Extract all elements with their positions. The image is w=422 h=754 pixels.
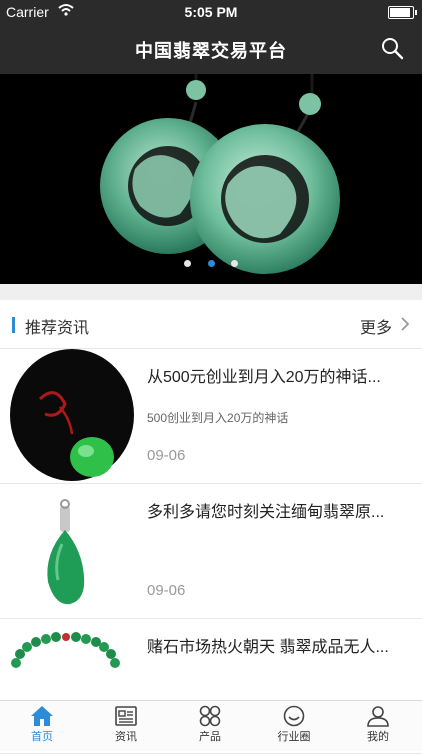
- community-icon: [283, 705, 305, 727]
- page-title: 中国翡翠交易平台: [135, 41, 287, 61]
- products-icon: [199, 705, 221, 727]
- page-dot[interactable]: [230, 260, 238, 267]
- tab-news[interactable]: 资讯: [84, 701, 168, 751]
- news-date: 09-06: [147, 447, 186, 464]
- section-divider: [0, 284, 422, 300]
- banner-carousel[interactable]: [0, 74, 422, 284]
- clock: 5:05 PM: [184, 4, 238, 20]
- tab-label: 首页: [31, 731, 53, 743]
- navigation-bar: 中国翡翠交易平台: [0, 24, 422, 74]
- news-title: 多利多请您时刻关注缅甸翡翠原...: [147, 504, 385, 521]
- more-link[interactable]: 更多: [360, 314, 392, 338]
- news-date: 09-06: [147, 582, 186, 599]
- news-list: 从500元创业到月入20万的神话... 500创业到月入20万的神话 09-06…: [0, 349, 422, 754]
- search-icon[interactable]: [380, 36, 404, 60]
- jade-drop-pendant-thumb: [0, 484, 135, 618]
- news-icon: [115, 706, 137, 726]
- status-bar: Carrier 5:05 PM: [0, 0, 422, 24]
- tab-label: 产品: [199, 731, 221, 743]
- section-title: 推荐资讯: [25, 320, 90, 337]
- news-title: 从500元创业到月入20万的神话...: [147, 369, 381, 386]
- page-dot-active[interactable]: [207, 260, 215, 267]
- battery-icon: [388, 6, 417, 19]
- news-title: 赌石市场热火朝天 翡翠成品无人...: [147, 639, 389, 656]
- page-dot[interactable]: [184, 260, 192, 267]
- accent-bar: [12, 317, 15, 333]
- profile-icon: [367, 706, 389, 727]
- tab-home[interactable]: 首页: [0, 701, 84, 751]
- news-item[interactable]: 从500元创业到月入20万的神话... 500创业到月入20万的神话 09-06: [0, 349, 422, 484]
- jade-pendants-image: [100, 74, 340, 274]
- home-icon: [31, 706, 53, 726]
- news-item[interactable]: 多利多请您时刻关注缅甸翡翠原... 09-06: [0, 484, 422, 619]
- tab-label: 行业圈: [277, 731, 311, 743]
- tab-community[interactable]: 行业圈: [252, 701, 336, 751]
- tab-label: 我的: [367, 731, 389, 743]
- tab-products[interactable]: 产品: [168, 701, 252, 751]
- tab-label: 资讯: [115, 731, 137, 743]
- tab-bar: 首页 资讯 产品 行业圈 我的: [0, 700, 422, 751]
- tab-profile[interactable]: 我的: [336, 701, 420, 751]
- news-summary: 500创业到月入20万的神话: [147, 411, 289, 425]
- jade-pendant-black-thumb: [0, 349, 135, 483]
- chevron-right-icon[interactable]: [400, 316, 410, 332]
- carousel-pagination[interactable]: [0, 254, 422, 272]
- recommended-news-header: 推荐资讯 更多: [0, 300, 422, 349]
